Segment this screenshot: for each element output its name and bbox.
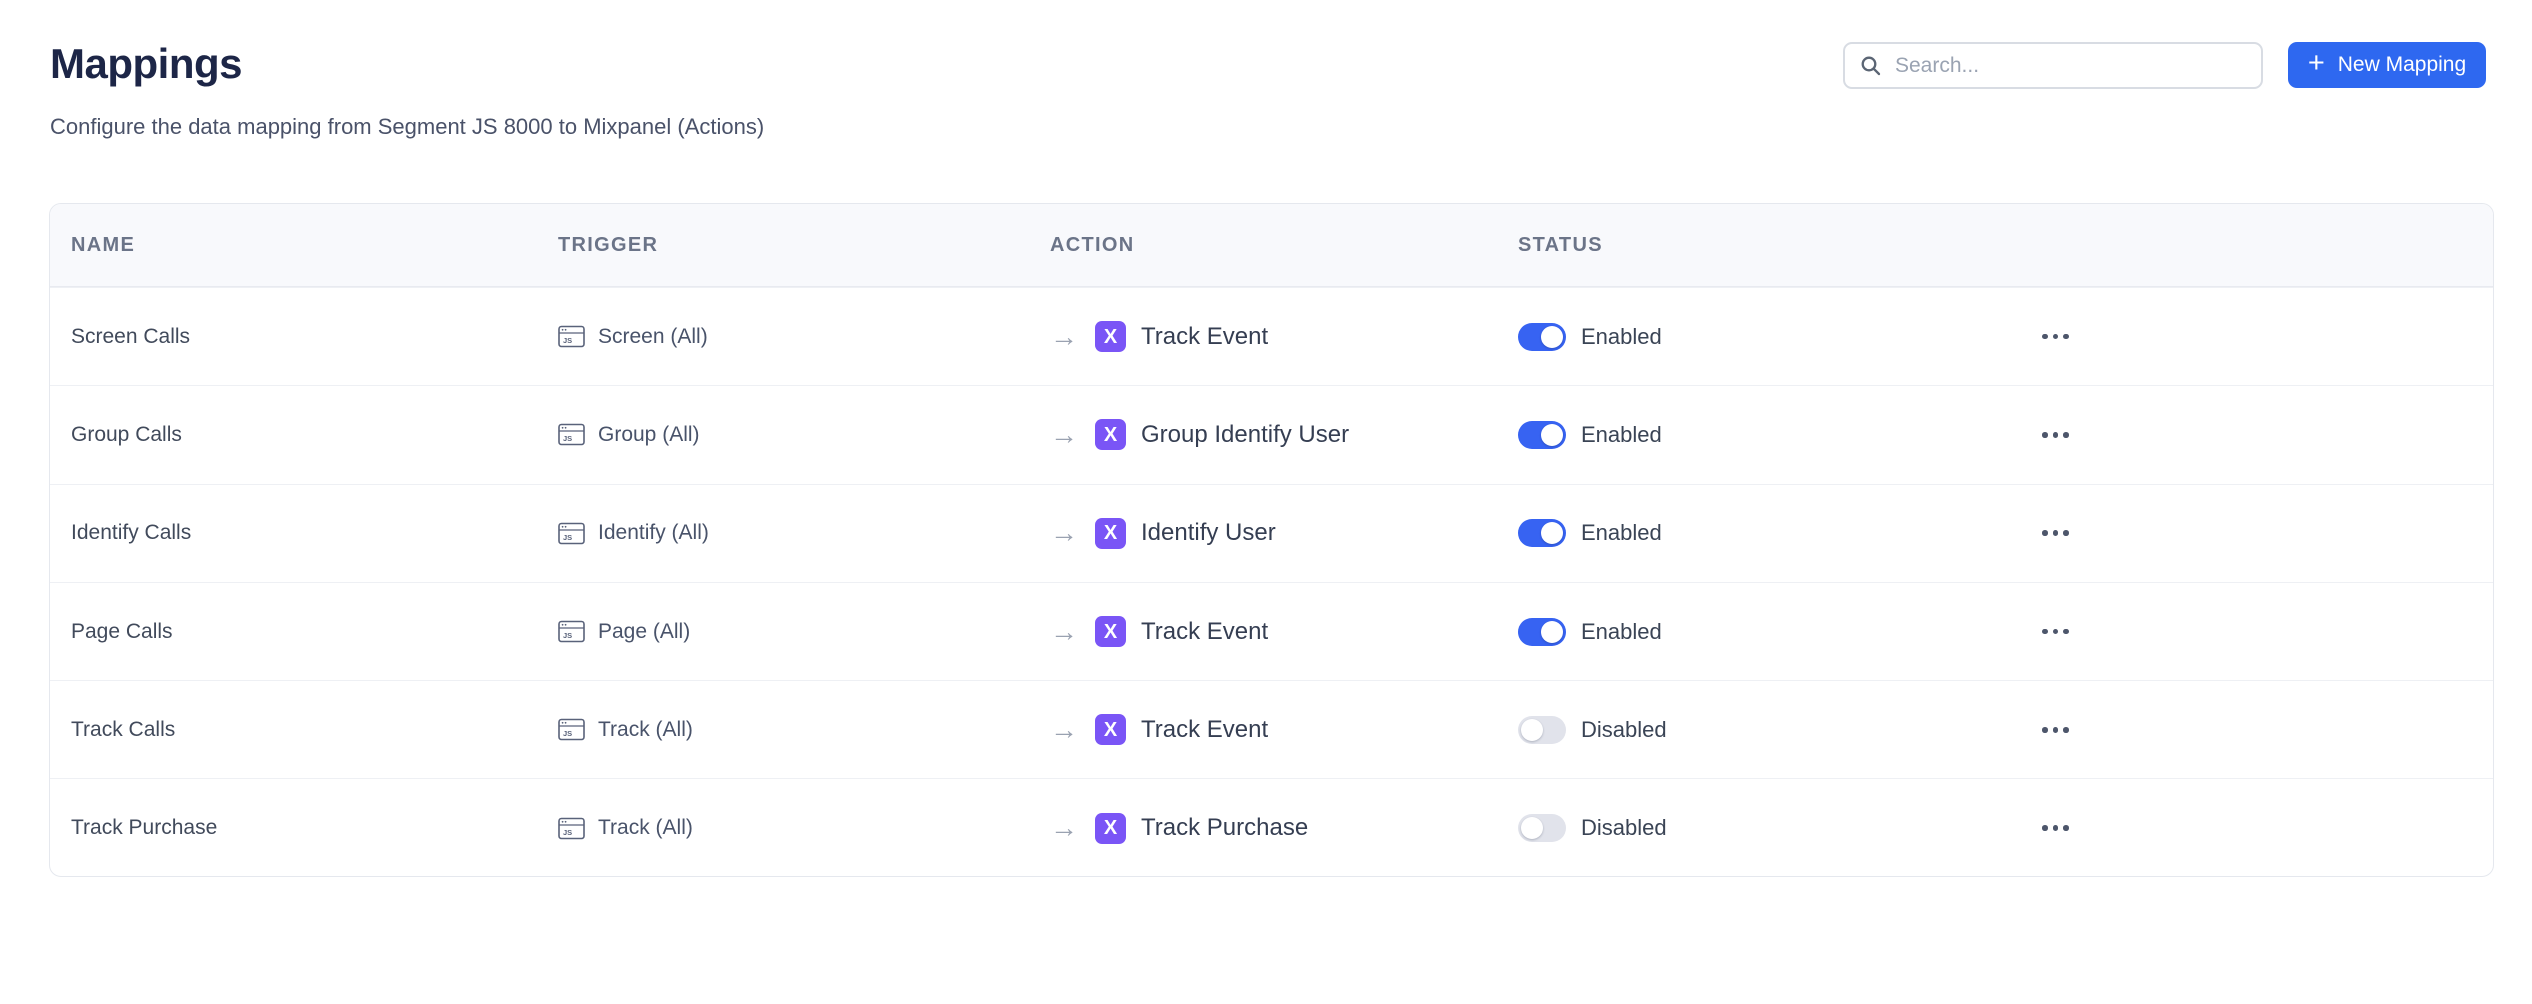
- js-source-icon: JS: [558, 718, 585, 741]
- arrow-right-icon: →: [1050, 814, 1078, 842]
- trigger-label: Screen (All): [598, 325, 708, 349]
- column-header-action: ACTION: [1029, 234, 1497, 257]
- svg-text:JS: JS: [563, 434, 572, 443]
- column-header-status: STATUS: [1497, 234, 2017, 257]
- mapping-name: Screen Calls: [71, 325, 190, 349]
- status-toggle[interactable]: [1518, 323, 1566, 351]
- more-options-button[interactable]: [2038, 819, 2073, 837]
- plus-icon: +: [2308, 49, 2325, 78]
- svg-text:JS: JS: [563, 533, 572, 542]
- js-source-icon: JS: [558, 325, 585, 348]
- status-toggle[interactable]: [1518, 421, 1566, 449]
- mappings-page: Mappings Configure the data mapping from…: [0, 0, 2532, 1004]
- new-mapping-button[interactable]: + New Mapping: [2288, 42, 2486, 88]
- table-row: Screen Calls JS Screen (All) → X Track E…: [50, 287, 2493, 385]
- table-row: Group Calls JS Group (All) → X Group Ide…: [50, 385, 2493, 483]
- search-icon: [1859, 54, 1883, 78]
- mixpanel-icon: X: [1095, 714, 1126, 745]
- status-label: Enabled: [1581, 324, 1662, 350]
- action-label: Identify User: [1141, 519, 1276, 547]
- status-toggle[interactable]: [1518, 716, 1566, 744]
- svg-text:JS: JS: [563, 336, 572, 345]
- search-box[interactable]: [1843, 42, 2263, 89]
- arrow-right-icon: →: [1050, 618, 1078, 646]
- table-row: Track Purchase JS Track (All) → X Track …: [50, 778, 2493, 876]
- trigger-label: Group (All): [598, 423, 700, 447]
- js-source-icon: JS: [558, 620, 585, 643]
- js-source-icon: JS: [558, 423, 585, 446]
- table-row: Identify Calls JS Identify (All) → X Ide…: [50, 484, 2493, 582]
- js-source-icon: JS: [558, 522, 585, 545]
- trigger-label: Track (All): [598, 816, 693, 840]
- column-header-trigger: TRIGGER: [537, 234, 1029, 257]
- svg-text:JS: JS: [563, 631, 572, 640]
- page-title: Mappings: [50, 40, 242, 88]
- action-label: Group Identify User: [1141, 421, 1349, 449]
- table-row: Track Calls JS Track (All) → X Track Eve…: [50, 680, 2493, 778]
- mixpanel-icon: X: [1095, 616, 1126, 647]
- mixpanel-icon: X: [1095, 813, 1126, 844]
- arrow-right-icon: →: [1050, 519, 1078, 547]
- status-label: Enabled: [1581, 619, 1662, 645]
- column-header-name: NAME: [50, 234, 537, 257]
- action-label: Track Event: [1141, 323, 1268, 351]
- page-subtitle: Configure the data mapping from Segment …: [50, 114, 764, 140]
- search-input[interactable]: [1895, 54, 2247, 78]
- table-header: NAME TRIGGER ACTION STATUS: [50, 204, 2493, 287]
- status-toggle[interactable]: [1518, 519, 1566, 547]
- svg-text:JS: JS: [563, 729, 572, 738]
- mixpanel-icon: X: [1095, 518, 1126, 549]
- more-options-button[interactable]: [2038, 328, 2073, 346]
- mapping-name: Identify Calls: [71, 521, 191, 545]
- arrow-right-icon: →: [1050, 323, 1078, 351]
- trigger-label: Page (All): [598, 620, 690, 644]
- arrow-right-icon: →: [1050, 716, 1078, 744]
- arrow-right-icon: →: [1050, 421, 1078, 449]
- js-source-icon: JS: [558, 817, 585, 840]
- mixpanel-icon: X: [1095, 321, 1126, 352]
- status-label: Disabled: [1581, 815, 1667, 841]
- more-options-button[interactable]: [2038, 623, 2073, 641]
- mapping-name: Track Purchase: [71, 816, 217, 840]
- mapping-name: Group Calls: [71, 423, 182, 447]
- more-options-button[interactable]: [2038, 524, 2073, 542]
- table-row: Page Calls JS Page (All) → X Track Event…: [50, 582, 2493, 680]
- mixpanel-icon: X: [1095, 419, 1126, 450]
- status-toggle[interactable]: [1518, 618, 1566, 646]
- status-label: Disabled: [1581, 717, 1667, 743]
- status-label: Enabled: [1581, 422, 1662, 448]
- trigger-label: Identify (All): [598, 521, 709, 545]
- mapping-name: Page Calls: [71, 620, 173, 644]
- svg-text:JS: JS: [563, 828, 572, 837]
- new-mapping-label: New Mapping: [2338, 53, 2466, 77]
- action-label: Track Purchase: [1141, 814, 1308, 842]
- more-options-button[interactable]: [2038, 426, 2073, 444]
- action-label: Track Event: [1141, 716, 1268, 744]
- status-label: Enabled: [1581, 520, 1662, 546]
- trigger-label: Track (All): [598, 718, 693, 742]
- more-options-button[interactable]: [2038, 721, 2073, 739]
- mappings-table: NAME TRIGGER ACTION STATUS Screen Calls …: [49, 203, 2494, 877]
- status-toggle[interactable]: [1518, 814, 1566, 842]
- action-label: Track Event: [1141, 618, 1268, 646]
- mapping-name: Track Calls: [71, 718, 175, 742]
